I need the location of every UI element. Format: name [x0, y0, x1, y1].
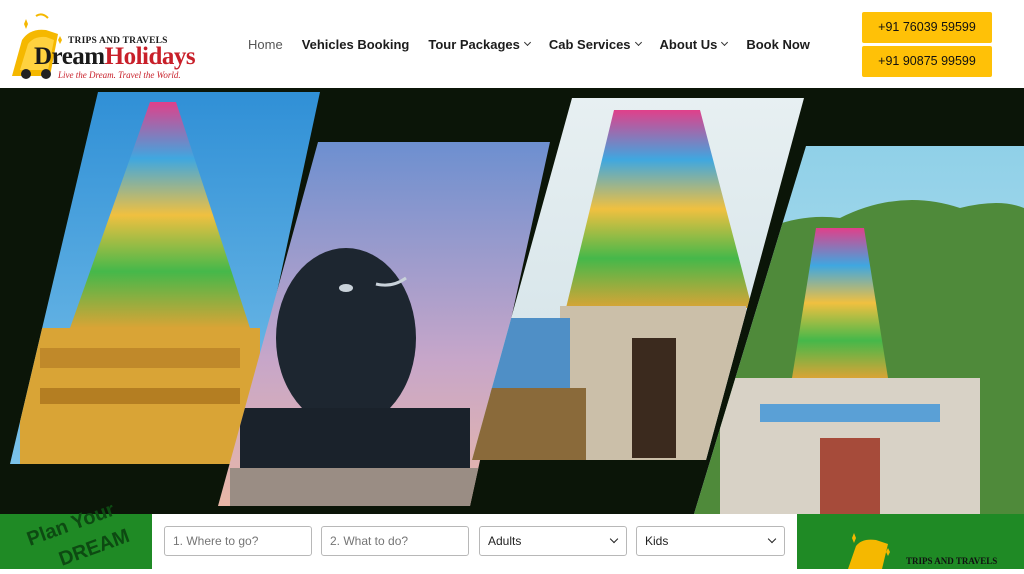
chevron-down-icon — [609, 534, 619, 544]
chevron-down-icon — [523, 38, 531, 47]
car-logo-icon — [848, 533, 890, 569]
kids-select[interactable]: Kids — [636, 526, 785, 556]
nav-item-home[interactable]: Home — [248, 37, 283, 52]
adults-select[interactable]: Adults — [479, 526, 627, 556]
where-to-go-input[interactable] — [164, 526, 312, 556]
hero-collage — [10, 92, 1024, 514]
nav-item-label: Home — [248, 36, 283, 52]
brand-logo[interactable]: TRIPS AND TRAVELS DreamHolidays Live the… — [6, 10, 196, 82]
nav-item-book-now[interactable]: Book Now — [746, 37, 810, 52]
nav-item-vehicles-booking[interactable]: Vehicles Booking — [302, 37, 410, 52]
nav-item-label: About Us — [659, 36, 718, 52]
chevron-down-icon — [634, 38, 642, 47]
phone-button-2[interactable]: +91 90875 99599 — [862, 46, 992, 77]
chevron-down-icon — [767, 534, 777, 544]
brand-name: DreamHolidays — [34, 43, 196, 70]
nav-item-cab-services[interactable]: Cab Services — [548, 36, 642, 52]
main-nav: Home Vehicles Booking Tour Packages Cab … — [248, 36, 829, 52]
hero-banner — [0, 88, 1024, 514]
nav-item-label: Cab Services — [548, 36, 631, 52]
phone-button-1[interactable]: +91 76039 59599 — [862, 12, 992, 43]
adults-select-value: Adults — [488, 534, 522, 548]
footer-brand-text: TRIPS AND TRAVELS — [906, 556, 998, 566]
nav-item-label: Tour Packages — [428, 36, 520, 52]
what-to-do-input[interactable] — [321, 526, 469, 556]
nav-item-label: Vehicles Booking — [301, 36, 410, 52]
brand-name-part2: Holidays — [104, 43, 196, 70]
chevron-down-icon — [721, 38, 729, 47]
nav-item-about-us[interactable]: About Us — [659, 36, 729, 52]
site-header: TRIPS AND TRAVELS DreamHolidays Live the… — [0, 0, 1024, 88]
kids-select-value: Kids — [645, 534, 669, 548]
brand-name-part1: Dream — [34, 43, 105, 70]
footer-brand-logo: TRIPS AND TRAVELS — [842, 530, 1022, 569]
nav-item-tour-packages[interactable]: Tour Packages — [428, 36, 531, 52]
brand-tagline: Live the Dream. Travel the World. — [58, 70, 181, 80]
nav-item-label: Book Now — [746, 36, 810, 52]
